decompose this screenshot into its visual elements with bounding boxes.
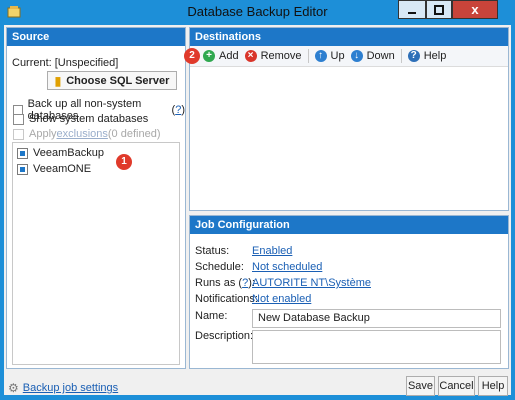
help-label: Help	[423, 50, 447, 62]
backup-job-settings[interactable]: ⚙ Backup job settings	[8, 381, 118, 395]
down-button[interactable]: ↓ Down	[350, 50, 395, 62]
notifications-label: Notifications:	[195, 293, 258, 305]
list-item[interactable]: VeeamBackup	[17, 147, 104, 159]
job-configuration-panel: Job Configuration Status: Enabled Schedu…	[189, 215, 509, 369]
source-header: Source	[7, 28, 185, 46]
current-label: Current:	[12, 57, 52, 69]
name-field[interactable]: New Database Backup	[252, 309, 501, 328]
database-name: VeeamBackup	[33, 147, 104, 159]
database-backup-editor-window: Database Backup Editor x Source Current:…	[0, 0, 515, 400]
list-item[interactable]: VeeamONE	[17, 163, 91, 175]
destinations-header: Destinations	[190, 28, 508, 46]
add-icon: +	[203, 50, 215, 62]
database-list[interactable]: VeeamBackup VeeamONE 1	[12, 142, 180, 365]
destinations-toolbar: + Add × Remove ↑ Up ↓ Down ? Help	[190, 46, 508, 67]
runas-prefix: Runs as (	[195, 277, 243, 289]
down-label: Down	[366, 50, 395, 62]
name-label: Name:	[195, 310, 228, 322]
toolbar-separator	[307, 49, 309, 63]
checkbox-box	[13, 128, 24, 140]
database-checkbox[interactable]	[17, 163, 28, 175]
title-bar[interactable]: Database Backup Editor x	[0, 0, 515, 24]
status-link[interactable]: Enabled	[252, 245, 292, 257]
step-badge-2: 2	[184, 48, 200, 64]
schedule-link[interactable]: Not scheduled	[252, 261, 322, 273]
minimize-icon	[408, 11, 416, 14]
maximize-button[interactable]	[426, 0, 452, 19]
runas-label: Runs as (?):	[195, 277, 255, 289]
remove-button[interactable]: × Remove	[244, 50, 302, 62]
help-button[interactable]: ? Help	[407, 50, 447, 62]
exclusions-link: exclusions	[56, 128, 108, 140]
runas-link[interactable]: AUTORITE NT\Système	[252, 277, 371, 289]
minimize-button[interactable]	[398, 0, 426, 19]
current-server: Current: [Unspecified]	[12, 57, 118, 69]
client-area: Source Current: [Unspecified] ▮ Choose SQ…	[4, 25, 511, 396]
remove-icon: ×	[244, 50, 257, 62]
add-button[interactable]: + Add	[203, 50, 239, 62]
close-button[interactable]: x	[452, 0, 498, 19]
job-configuration-header: Job Configuration	[190, 216, 508, 234]
add-label: Add	[219, 50, 239, 62]
destinations-panel: Destinations + Add × Remove ↑ Up ↓ Down	[184, 27, 509, 211]
schedule-label: Schedule:	[195, 261, 244, 273]
arrow-down-icon: ↓	[350, 50, 363, 62]
choose-sql-server-button[interactable]: ▮ Choose SQL Server	[47, 71, 177, 90]
remove-label: Remove	[260, 50, 302, 62]
step-badge-1: 1	[116, 154, 132, 170]
paren-close: )	[181, 104, 185, 116]
exclusions-count: (0 defined)	[107, 128, 161, 140]
toolbar-separator	[400, 49, 402, 63]
up-label: Up	[330, 50, 345, 62]
status-label: Status:	[195, 245, 230, 257]
show-system-label: Show system databases	[29, 113, 149, 125]
save-button[interactable]: Save	[406, 376, 435, 396]
source-panel: Source Current: [Unspecified] ▮ Choose SQ…	[6, 27, 186, 369]
notifications-link[interactable]: Not enabled	[252, 293, 311, 305]
description-field[interactable]	[252, 330, 501, 364]
help-footer-button[interactable]: Help	[478, 376, 508, 396]
backup-job-settings-link[interactable]: Backup job settings	[23, 382, 118, 394]
checkbox-box[interactable]	[13, 113, 24, 125]
gear-icon: ⚙	[8, 381, 19, 395]
current-value: [Unspecified]	[54, 57, 119, 69]
apply-prefix: Apply	[29, 128, 57, 140]
help-icon: ?	[407, 50, 420, 62]
apply-exclusions-checkbox: Apply exclusions (0 defined)	[13, 128, 160, 140]
database-checkbox[interactable]	[17, 147, 28, 159]
choose-sql-server-label: Choose SQL Server	[66, 74, 170, 87]
sql-server-icon: ▮	[54, 73, 62, 88]
maximize-icon	[434, 4, 444, 15]
show-system-checkbox[interactable]: Show system databases	[13, 113, 148, 125]
arrow-up-icon: ↑	[314, 50, 327, 62]
description-label: Description:	[195, 330, 254, 342]
up-button[interactable]: ↑ Up	[314, 50, 345, 62]
cancel-button[interactable]: Cancel	[438, 376, 475, 396]
database-name: VeeamONE	[33, 163, 92, 175]
close-icon: x	[471, 2, 479, 17]
